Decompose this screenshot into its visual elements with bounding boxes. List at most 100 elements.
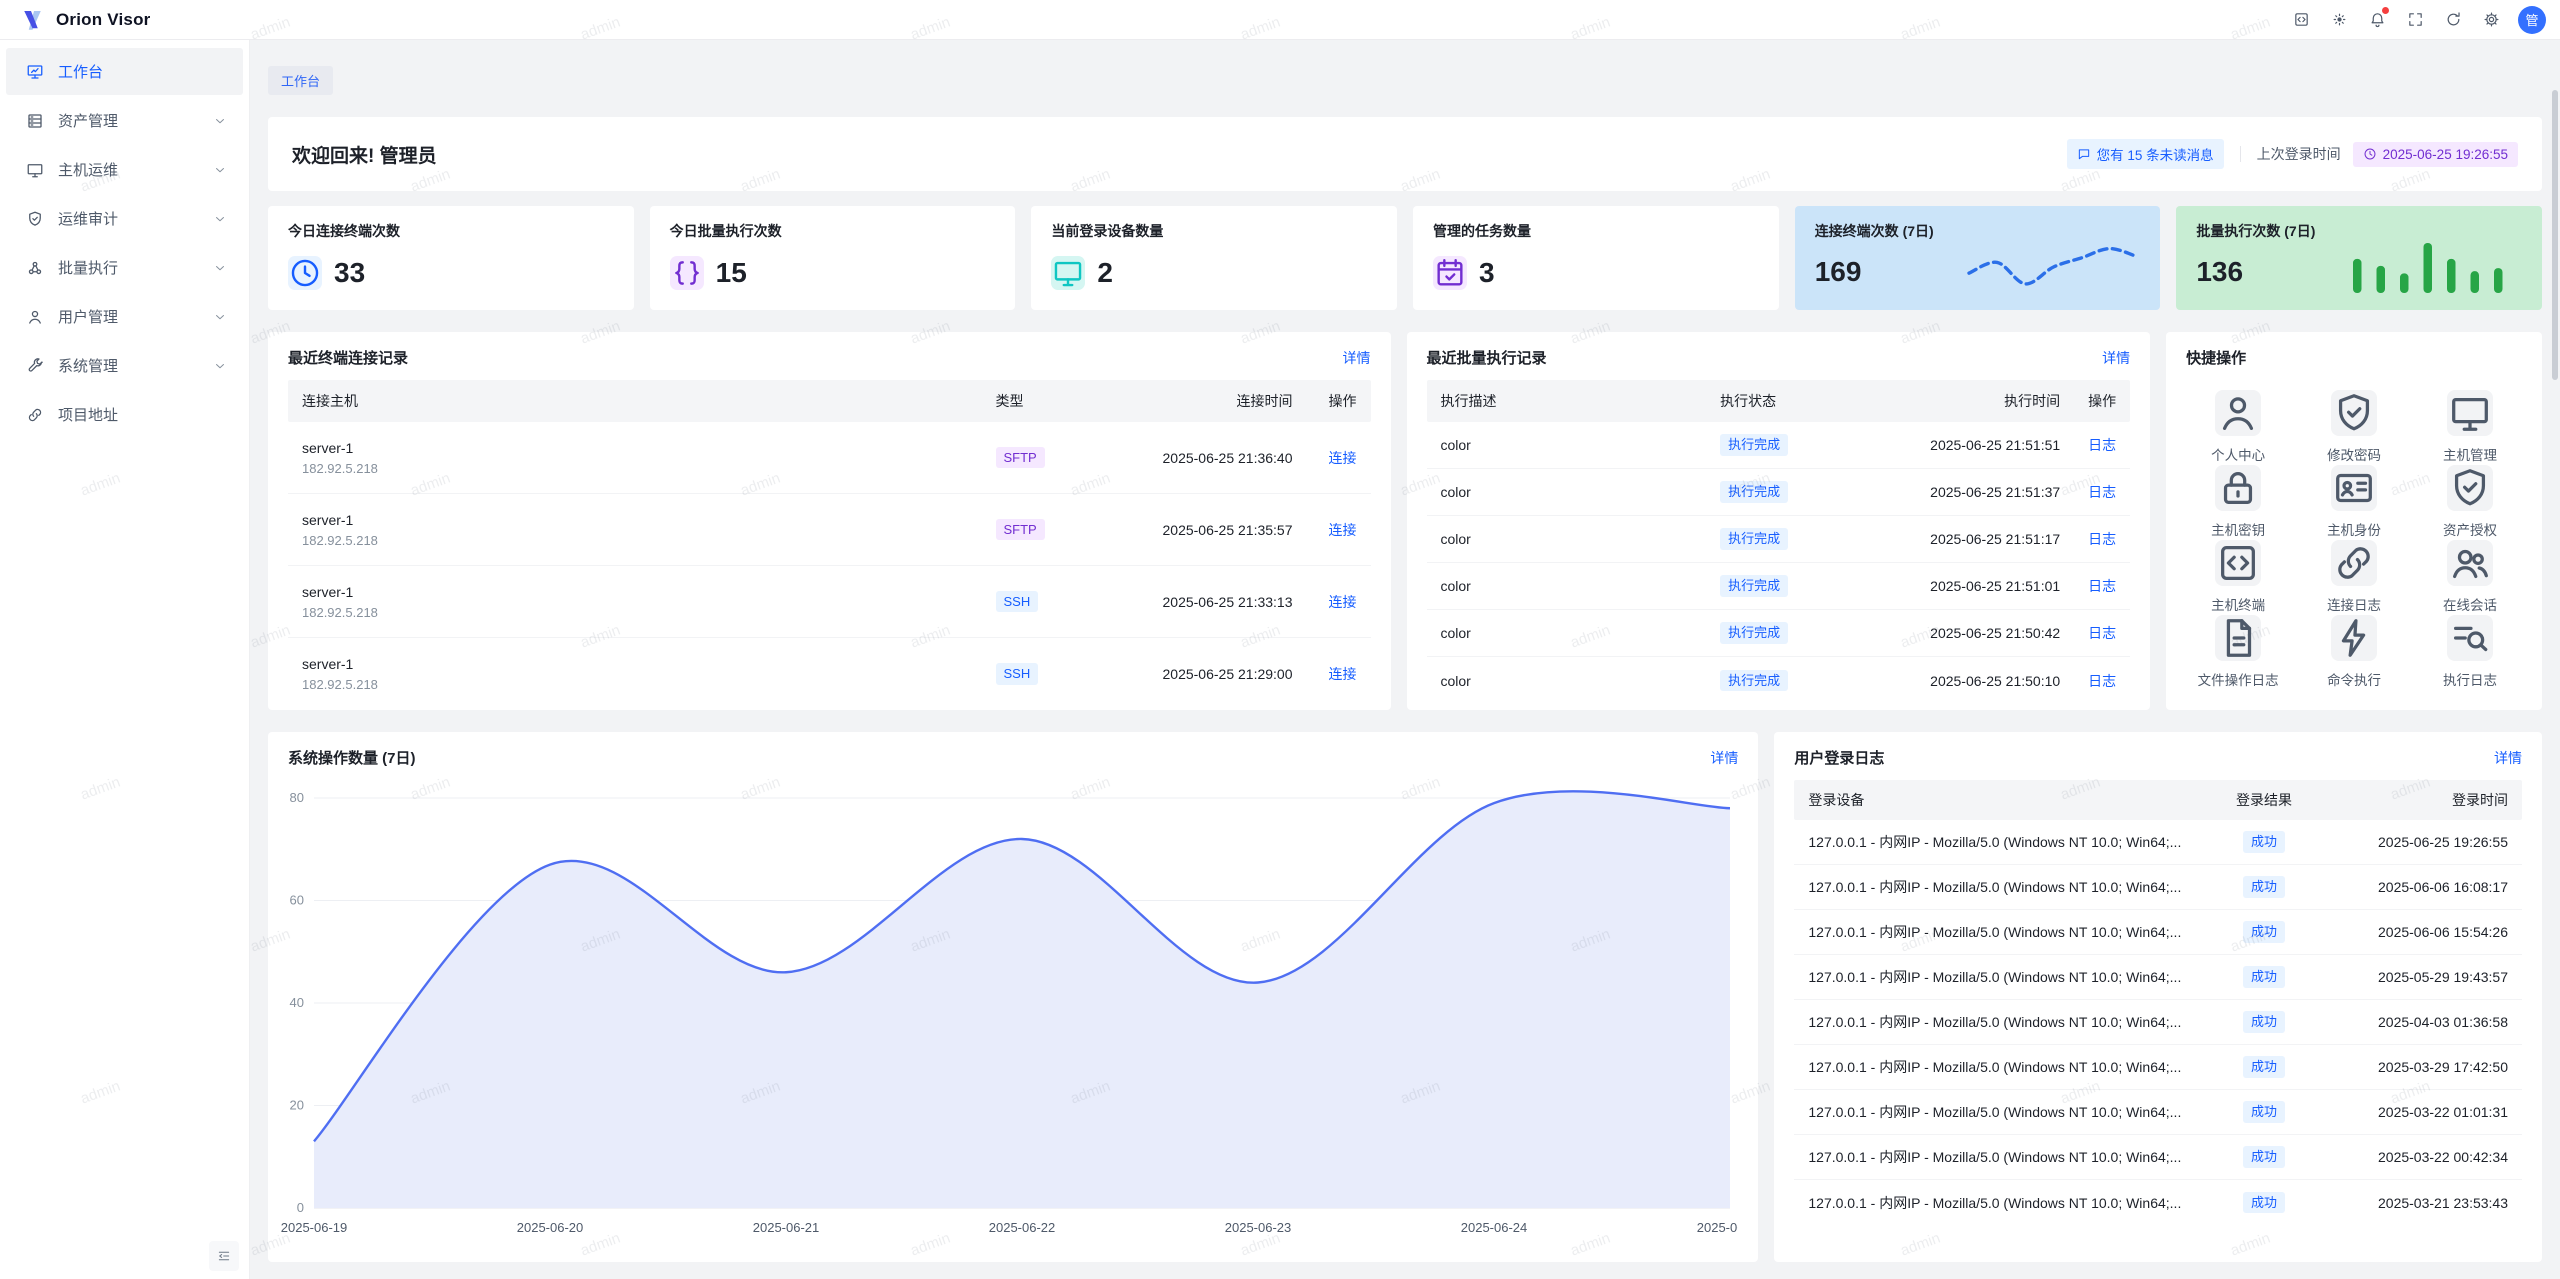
login-device: 127.0.0.1 - 内网IP - Mozilla/5.0 (Windows …	[1808, 832, 2210, 852]
menu-fold-icon	[217, 1249, 231, 1263]
stat-value: 3	[1479, 257, 1495, 289]
stat-card-5: 批量执行次数 (7日)136	[2176, 206, 2542, 310]
log-link[interactable]: 日志	[2088, 673, 2116, 689]
chevron-down-icon	[213, 212, 227, 226]
breadcrumb[interactable]: 工作台	[268, 66, 333, 95]
stat-value: 15	[716, 257, 747, 289]
quick-op-连接日志[interactable]: 连接日志	[2296, 540, 2412, 615]
login-device: 127.0.0.1 - 内网IP - Mozilla/5.0 (Windows …	[1808, 1102, 2210, 1122]
sidebar-item-label: 项目地址	[58, 404, 227, 425]
login-time: 2025-06-25 19:26:55	[2318, 834, 2508, 850]
sidebar-item-工作台[interactable]: 工作台	[6, 48, 243, 95]
login-result-tag: 成功	[2243, 966, 2285, 988]
connect-link[interactable]: 连接	[1329, 666, 1357, 682]
host-name: server-1	[302, 656, 996, 672]
quick-op-label: 主机终端	[2211, 594, 2265, 614]
host-ip: 182.92.5.218	[302, 533, 996, 548]
quick-op-执行日志[interactable]: 执行日志	[2412, 615, 2528, 690]
login-logs-detail-link[interactable]: 详情	[2494, 748, 2522, 768]
exec-status-tag: 执行完成	[1720, 528, 1788, 550]
connect-time: 2025-06-25 21:33:13	[1088, 594, 1293, 610]
chevron-down-icon	[213, 114, 227, 128]
code-square-icon[interactable]	[2286, 5, 2316, 35]
fullscreen-icon[interactable]	[2400, 5, 2430, 35]
login-logs-card: 用户登录日志 详情 登录设备 登录结果 登录时间 127.0.0.1 - 内网I…	[1774, 732, 2542, 1262]
svg-text:40: 40	[290, 995, 304, 1010]
login-result-tag: 成功	[2243, 1056, 2285, 1078]
quick-op-label: 连接日志	[2327, 594, 2381, 614]
log-link[interactable]: 日志	[2088, 437, 2116, 453]
login-result-tag: 成功	[2243, 1101, 2285, 1123]
table-row: server-1182.92.5.218SSH2025-06-25 21:33:…	[288, 566, 1371, 638]
connect-time: 2025-06-25 21:35:57	[1088, 522, 1293, 538]
login-device: 127.0.0.1 - 内网IP - Mozilla/5.0 (Windows …	[1808, 1012, 2210, 1032]
table-row: color执行完成2025-06-25 21:51:51日志	[1427, 422, 2131, 469]
log-link[interactable]: 日志	[2088, 578, 2116, 594]
host-ops-icon	[26, 161, 44, 179]
settings-gear-icon[interactable]	[2476, 5, 2506, 35]
quick-op-主机密钥[interactable]: 主机密钥	[2180, 465, 2296, 540]
sidebar-item-label: 工作台	[58, 61, 227, 82]
table-row: 127.0.0.1 - 内网IP - Mozilla/5.0 (Windows …	[1794, 865, 2522, 910]
shield-check-icon	[2447, 465, 2493, 511]
project-link-icon	[2331, 540, 2377, 586]
sidebar-item-项目地址[interactable]: 项目地址	[6, 391, 243, 438]
quick-op-主机管理[interactable]: 主机管理	[2412, 390, 2528, 465]
sidebar-item-用户管理[interactable]: 用户管理	[6, 293, 243, 340]
quick-op-资产授权[interactable]: 资产授权	[2412, 465, 2528, 540]
quick-op-修改密码[interactable]: 修改密码	[2296, 390, 2412, 465]
host-ip: 182.92.5.218	[302, 677, 996, 692]
log-link[interactable]: 日志	[2088, 625, 2116, 641]
connect-link[interactable]: 连接	[1329, 450, 1357, 466]
sidebar-item-系统管理[interactable]: 系统管理	[6, 342, 243, 389]
login-device: 127.0.0.1 - 内网IP - Mozilla/5.0 (Windows …	[1808, 922, 2210, 942]
user-avatar[interactable]: 管	[2518, 6, 2546, 34]
svg-text:2025-06-23: 2025-06-23	[1225, 1220, 1292, 1235]
host-ip: 182.92.5.218	[302, 605, 996, 620]
exec-records-detail-link[interactable]: 详情	[2102, 348, 2130, 368]
refresh-icon[interactable]	[2438, 5, 2468, 35]
protocol-tag: SSH	[996, 591, 1039, 613]
connect-link[interactable]: 连接	[1329, 594, 1357, 610]
quick-op-label: 命令执行	[2327, 669, 2381, 689]
quick-op-个人中心[interactable]: 个人中心	[2180, 390, 2296, 465]
unread-messages-badge[interactable]: 您有 15 条未读消息	[2067, 139, 2224, 169]
login-table-body: 127.0.0.1 - 内网IP - Mozilla/5.0 (Windows …	[1794, 820, 2522, 1225]
quick-op-label: 主机管理	[2443, 444, 2497, 464]
table-row: 127.0.0.1 - 内网IP - Mozilla/5.0 (Windows …	[1794, 1090, 2522, 1135]
quick-op-命令执行[interactable]: 命令执行	[2296, 615, 2412, 690]
exec-time: 2025-06-25 21:51:51	[1860, 437, 2060, 453]
connect-time: 2025-06-25 21:36:40	[1088, 450, 1293, 466]
stat-title: 当前登录设备数量	[1051, 221, 1377, 241]
sidebar-item-批量执行[interactable]: 批量执行	[6, 244, 243, 291]
workbench-icon	[26, 63, 44, 81]
quick-op-主机身份[interactable]: 主机身份	[2296, 465, 2412, 540]
collapse-sidebar-button[interactable]	[209, 1241, 239, 1271]
quick-op-文件操作日志[interactable]: 文件操作日志	[2180, 615, 2296, 690]
terminal-records-title: 最近终端连接记录	[288, 347, 408, 368]
table-row: color执行完成2025-06-25 21:51:17日志	[1427, 516, 2131, 563]
connect-link[interactable]: 连接	[1329, 522, 1357, 538]
notification-bell-icon[interactable]	[2362, 5, 2392, 35]
scrollbar-thumb[interactable]	[2552, 90, 2558, 380]
brand: Orion Visor	[22, 8, 150, 32]
quick-op-主机终端[interactable]: 主机终端	[2180, 540, 2296, 615]
sidebar-item-运维审计[interactable]: 运维审计	[6, 195, 243, 242]
stats-row: 今日连接终端次数33今日批量执行次数15当前登录设备数量2管理的任务数量3连接终…	[268, 206, 2542, 310]
login-time: 2025-03-29 17:42:50	[2318, 1059, 2508, 1075]
quick-op-label: 在线会话	[2443, 594, 2497, 614]
table-row: server-1182.92.5.218SFTP2025-06-25 21:35…	[288, 494, 1371, 566]
theme-sun-icon[interactable]	[2324, 5, 2354, 35]
online-users-icon	[2447, 540, 2493, 586]
sidebar-item-资产管理[interactable]: 资产管理	[6, 97, 243, 144]
log-link[interactable]: 日志	[2088, 484, 2116, 500]
stat-card-3: 管理的任务数量3	[1413, 206, 1779, 310]
sidebar-item-主机运维[interactable]: 主机运维	[6, 146, 243, 193]
file-log-icon	[2215, 615, 2261, 661]
terminal-records-detail-link[interactable]: 详情	[1343, 348, 1371, 368]
ops-chart-detail-link[interactable]: 详情	[1710, 748, 1738, 768]
quick-op-在线会话[interactable]: 在线会话	[2412, 540, 2528, 615]
log-link[interactable]: 日志	[2088, 531, 2116, 547]
stat-sparkline	[1961, 236, 2146, 298]
search-log-icon	[2447, 615, 2493, 661]
